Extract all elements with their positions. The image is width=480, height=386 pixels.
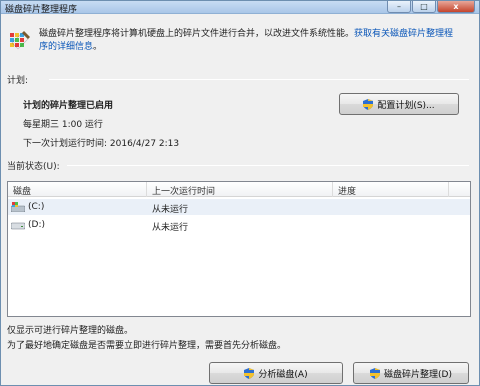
column-progress[interactable]: 进度 xyxy=(338,184,356,197)
column-separator[interactable] xyxy=(146,182,147,197)
disk-name: (D:) xyxy=(28,220,45,230)
system-drive-icon xyxy=(11,202,25,212)
disk-row[interactable]: (D:) 从未运行 xyxy=(8,217,470,233)
column-separator[interactable] xyxy=(332,182,333,197)
uac-shield-icon xyxy=(363,98,374,110)
schedule-divider xyxy=(49,79,469,80)
footer-note-2: 为了最好地确定磁盘是否需要立即进行碎片整理，需要首先分析磁盘。 xyxy=(7,341,287,351)
header-description: 磁盘碎片整理程序将计算机硬盘上的碎片文件进行合并，以改进文件系统性能。获取有关磁… xyxy=(39,28,469,54)
disk-list[interactable]: 磁盘 上一次运行时间 进度 (C:) 从未运行 (D:) 从未运行 xyxy=(7,181,471,317)
analyze-disk-label: 分析磁盘(A) xyxy=(258,369,308,380)
description-text: 磁盘碎片整理程序将计算机硬盘上的碎片文件进行合并，以改进文件系统性能。 xyxy=(39,29,355,39)
schedule-section-label: 计划: xyxy=(7,76,29,86)
help-link[interactable]: 获取有关磁盘碎片整理程 xyxy=(354,29,453,39)
link-suffix: 。 xyxy=(93,42,103,52)
title-bar: 磁盘碎片整理程序 – □ x xyxy=(1,1,479,15)
defrag-window: 磁盘碎片整理程序 – □ x 磁盘碎片整理程序将计算机硬盘上的碎片文件进行合并，… xyxy=(0,0,480,386)
disk-last-run: 从未运行 xyxy=(152,205,189,215)
defragment-disk-label: 磁盘碎片整理(D) xyxy=(384,369,452,380)
column-separator[interactable] xyxy=(448,182,449,197)
maximize-button[interactable]: □ xyxy=(412,1,436,13)
uac-shield-icon xyxy=(370,367,381,379)
minimize-button[interactable]: – xyxy=(387,1,411,13)
defrag-app-icon xyxy=(10,31,30,50)
footer-note-1: 仅显示可进行碎片整理的磁盘。 xyxy=(7,326,134,336)
schedule-next-run: 下一次计划运行时间: 2016/4/27 2:13 xyxy=(23,139,180,149)
schedule-status: 计划的碎片整理已启用 xyxy=(23,101,114,111)
configure-schedule-label: 配置计划(S)... xyxy=(377,100,435,111)
help-link-continued[interactable]: 序的详细信息 xyxy=(39,42,93,52)
close-button[interactable]: x xyxy=(437,1,475,13)
current-status-label: 当前状态(U): xyxy=(7,162,60,172)
disk-list-header: 磁盘 上一次运行时间 进度 xyxy=(8,182,470,197)
defragment-disk-button[interactable]: 磁盘碎片整理(D) xyxy=(353,362,469,384)
column-disk[interactable]: 磁盘 xyxy=(13,184,31,197)
analyze-disk-button[interactable]: 分析磁盘(A) xyxy=(209,362,343,384)
caption-buttons: – □ x xyxy=(387,1,475,13)
configure-schedule-button[interactable]: 配置计划(S)... xyxy=(339,93,459,115)
hard-drive-icon xyxy=(11,222,25,230)
schedule-frequency: 每星期三 1:00 运行 xyxy=(23,120,103,130)
uac-shield-icon xyxy=(244,367,255,379)
status-divider xyxy=(67,165,469,166)
column-last-run[interactable]: 上一次运行时间 xyxy=(152,184,215,197)
window-title: 磁盘碎片整理程序 xyxy=(5,5,78,15)
disk-last-run: 从未运行 xyxy=(152,223,189,233)
disk-name: (C:) xyxy=(28,202,45,212)
disk-row[interactable]: (C:) 从未运行 xyxy=(8,199,470,215)
